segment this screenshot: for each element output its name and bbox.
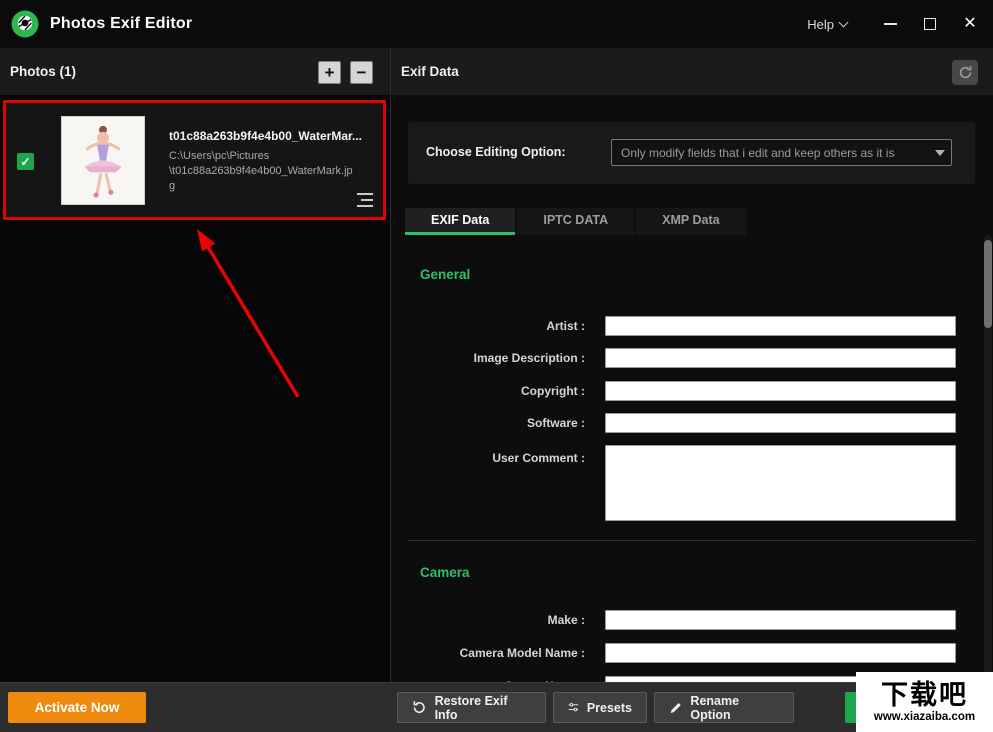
- exif-data-title: Exif Data: [401, 64, 459, 79]
- help-label: Help: [807, 17, 834, 32]
- camera-model-name-label: Camera Model Name :: [405, 646, 585, 660]
- app-logo-icon: [10, 9, 40, 39]
- presets-icon: [568, 700, 579, 715]
- app-window: Photos Exif Editor Help ✕ Photos (1) + −…: [0, 0, 993, 732]
- refresh-icon: [958, 65, 973, 80]
- tab-iptc-data[interactable]: IPTC DATA: [517, 208, 634, 235]
- presets-button[interactable]: Presets: [553, 692, 647, 723]
- exif-panel: Choose Editing Option: Only modify field…: [391, 95, 993, 682]
- minimize-icon: [884, 23, 897, 25]
- user-comment-label: User Comment :: [405, 451, 585, 465]
- software-input[interactable]: [605, 413, 956, 433]
- tab-exif-data[interactable]: EXIF Data: [405, 208, 515, 235]
- artist-label: Artist :: [405, 319, 585, 333]
- photo-path: C:\Users\pc\Pictures \t01c88a263b9f4e4b0…: [169, 149, 381, 194]
- camera-section-heading: Camera: [420, 565, 470, 580]
- photo-path-line: g: [169, 179, 381, 194]
- image-description-input[interactable]: [605, 348, 956, 368]
- watermark-text: 下载吧: [881, 681, 968, 709]
- remove-photo-button[interactable]: −: [350, 61, 373, 84]
- refresh-button[interactable]: [952, 60, 978, 85]
- dropdown-caret-icon: [935, 150, 945, 156]
- make-label: Make :: [405, 613, 585, 627]
- exif-data-header: Exif Data: [391, 48, 993, 95]
- ballerina-image: [62, 117, 144, 204]
- general-section-heading: General: [420, 267, 470, 282]
- chevron-down-icon: [839, 18, 849, 28]
- add-photo-button[interactable]: +: [318, 61, 341, 84]
- photo-thumbnail: [61, 116, 145, 205]
- item-menu-icon[interactable]: [355, 193, 373, 207]
- restore-icon: [412, 700, 427, 715]
- plus-icon: +: [325, 64, 335, 81]
- editing-option-dropdown[interactable]: Only modify fields that i edit and keep …: [611, 139, 952, 166]
- exif-form: General Artist : Image Description : Cop…: [391, 235, 993, 682]
- copyright-input[interactable]: [605, 381, 956, 401]
- watermark-url: www.xiazaiba.com: [874, 711, 975, 723]
- rename-option-button[interactable]: Rename Option: [654, 692, 794, 723]
- check-icon: ✓: [20, 155, 30, 169]
- editing-option-label: Choose Editing Option:: [426, 145, 566, 159]
- restore-exif-info-button[interactable]: Restore Exif Info: [397, 692, 546, 723]
- minus-icon: −: [357, 64, 367, 81]
- close-icon: ✕: [963, 16, 976, 32]
- close-button[interactable]: ✕: [953, 9, 987, 39]
- app-title: Photos Exif Editor: [50, 15, 192, 33]
- minimize-button[interactable]: [873, 9, 907, 39]
- rename-label: Rename Option: [690, 694, 779, 722]
- help-menu[interactable]: Help: [807, 17, 847, 32]
- photo-checkbox[interactable]: ✓: [17, 153, 34, 170]
- photos-panel-header: Photos (1) + −: [0, 48, 390, 95]
- software-label: Software :: [405, 416, 585, 430]
- editing-option-box: Choose Editing Option: Only modify field…: [408, 122, 975, 184]
- photos-count-label: Photos (1): [10, 64, 76, 79]
- image-description-label: Image Description :: [405, 351, 585, 365]
- photo-list: ✓ t01c88a263b9f4e4b00_WaterMar..: [0, 95, 390, 682]
- copyright-label: Copyright :: [405, 384, 585, 398]
- data-tabs: EXIF Data IPTC DATA XMP Data: [405, 208, 746, 235]
- tab-xmp-data[interactable]: XMP Data: [636, 208, 745, 235]
- section-divider: [408, 540, 975, 541]
- watermark: 下载吧 www.xiazaiba.com: [856, 672, 993, 732]
- title-bar: Photos Exif Editor Help ✕: [0, 0, 993, 48]
- maximize-button[interactable]: [913, 9, 947, 39]
- camera-model-name-input[interactable]: [605, 643, 956, 663]
- editing-option-value: Only modify fields that i edit and keep …: [612, 146, 929, 160]
- photo-info: t01c88a263b9f4e4b00_WaterMar... C:\Users…: [169, 129, 381, 194]
- scrollbar-thumb[interactable]: [984, 240, 992, 328]
- maximize-icon: [924, 18, 936, 30]
- panel-divider: [390, 48, 391, 682]
- bottom-bar: Activate Now Restore Exif Info Presets R…: [0, 682, 993, 732]
- pencil-icon: [669, 701, 682, 715]
- make-input[interactable]: [605, 610, 956, 630]
- user-comment-textarea[interactable]: [605, 445, 956, 521]
- activate-now-button[interactable]: Activate Now: [8, 692, 146, 723]
- photo-list-item[interactable]: ✓ t01c88a263b9f4e4b00_WaterMar..: [3, 100, 386, 220]
- artist-input[interactable]: [605, 316, 956, 336]
- presets-label: Presets: [587, 701, 632, 715]
- photo-filename: t01c88a263b9f4e4b00_WaterMar...: [169, 129, 381, 143]
- photo-path-line: \t01c88a263b9f4e4b00_WaterMark.jp: [169, 164, 381, 179]
- photo-path-line: C:\Users\pc\Pictures: [169, 149, 381, 164]
- restore-label: Restore Exif Info: [435, 694, 531, 722]
